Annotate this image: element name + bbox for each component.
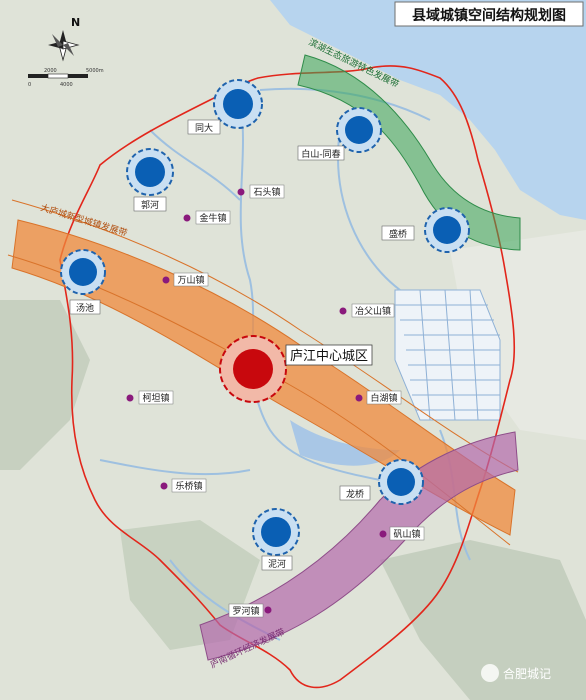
luohe-label: 罗河镇 [232, 605, 259, 617]
map-title-text: 县域城镇空间结构规划图 [412, 7, 566, 24]
jinniu-label: 金牛镇 [199, 212, 226, 224]
svg-text:2000: 2000 [44, 68, 57, 74]
shengqiao-label: 盛桥 [389, 228, 407, 240]
svg-text:0: 0 [28, 82, 31, 88]
tongda-label: 同大 [195, 122, 213, 134]
baihu-label: 白湖镇 [370, 392, 397, 404]
watermark: 合肥城记 [481, 664, 551, 682]
svg-text:5000m: 5000m [86, 68, 104, 74]
wanshan-label: 万山镇 [177, 274, 204, 286]
leqiao-label: 乐桥镇 [175, 480, 202, 492]
center-city-label: 庐江中心城区 [290, 349, 368, 364]
shitou-label: 石头镇 [253, 186, 280, 198]
guohe-label: 郭河 [141, 199, 159, 211]
tangchi-label: 汤池 [76, 302, 94, 314]
ketan-label: 柯坦镇 [142, 392, 169, 404]
svg-text:N: N [71, 16, 80, 29]
node-guohe[interactable]: 郭河 [126, 148, 174, 212]
svg-text:4000: 4000 [60, 82, 73, 88]
nihe-label: 泥河 [268, 558, 286, 570]
yefu-label: 冶父山镇 [355, 305, 391, 317]
baishan-label: 白山-同春 [301, 148, 340, 160]
fanshan-label: 矾山镇 [393, 528, 420, 540]
longqiao-label: 龙桥 [346, 488, 364, 500]
map-canvas: 滨湖生态旅游特色发展带 大庐城新型城镇发展带 庐南循环经济发展带 同大 白山-同… [0, 0, 586, 700]
watermark-text: 合肥城记 [503, 666, 551, 681]
map-title: 县域城镇空间结构规划图 [394, 1, 584, 27]
